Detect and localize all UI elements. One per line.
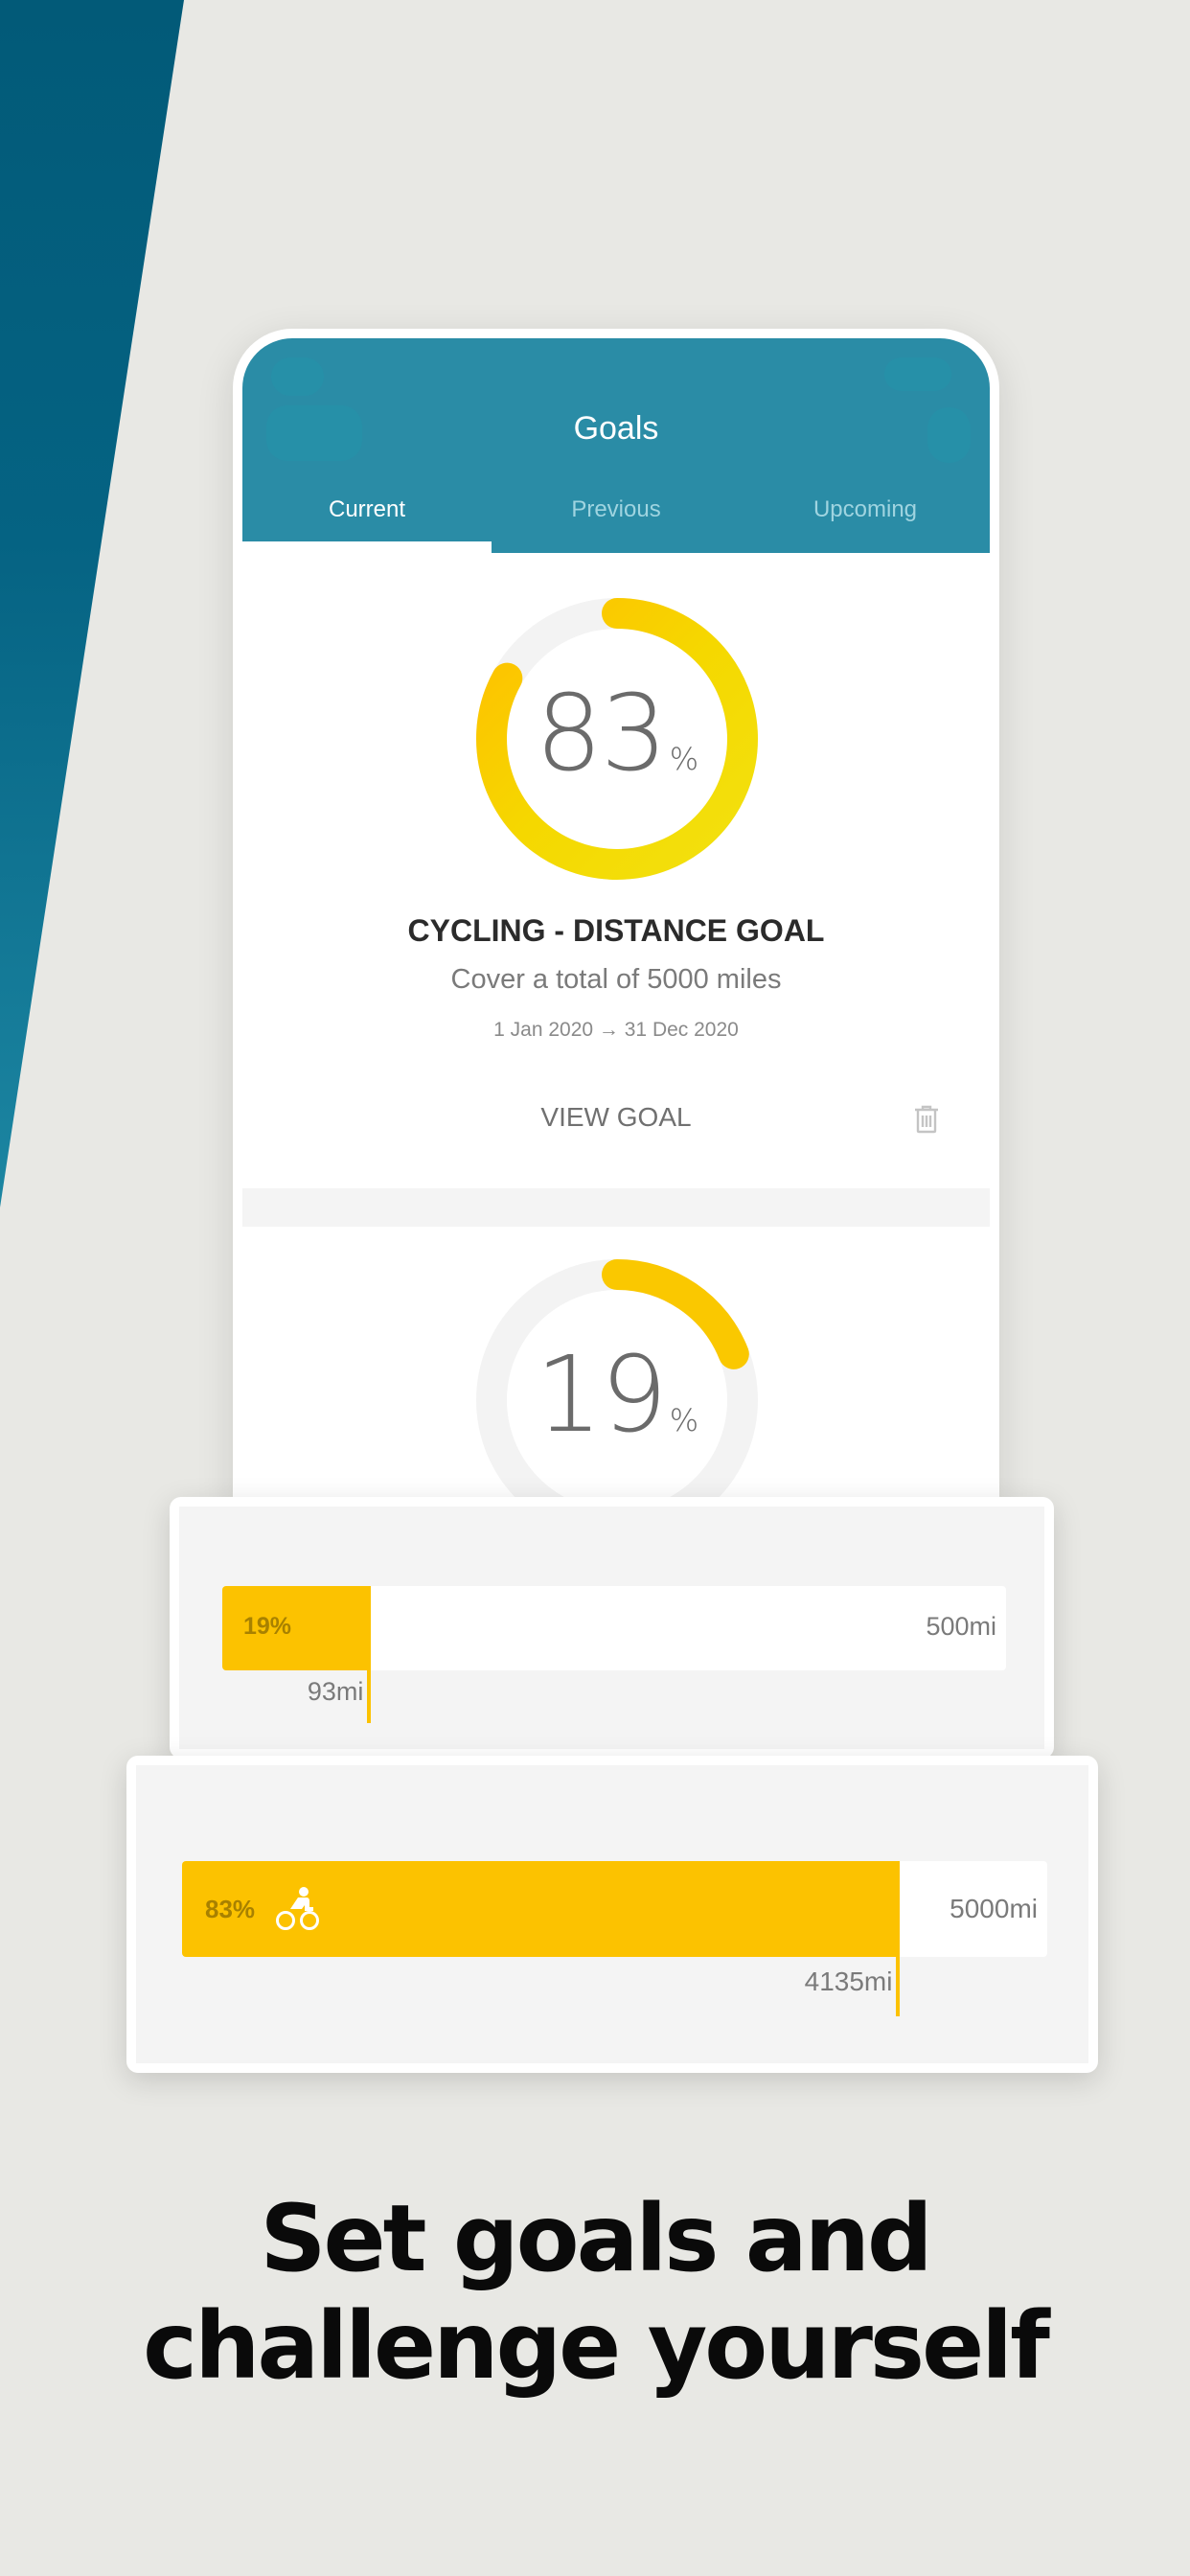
- tab-bar: Current Previous Upcoming: [242, 487, 990, 553]
- progress-percent-label: 19%: [243, 1613, 292, 1640]
- goal-date-range: 1 Jan 2020 → 31 Dec 2020: [493, 1019, 739, 1041]
- goal-distance-label: 500mi: [926, 1612, 996, 1641]
- progress-bar-track: 83% 5000mi 4135mi: [182, 1861, 1047, 2016]
- goal-distance-label: 5000mi: [950, 1894, 1038, 1923]
- app-header: Goals Current Previous Upcoming: [242, 338, 990, 553]
- progress-marker: [896, 1957, 901, 2016]
- percent-sign: %: [669, 1402, 699, 1438]
- percent-sign: %: [669, 741, 699, 777]
- goal-title: CYCLING - DISTANCE GOAL: [407, 913, 825, 948]
- progress-bar-card: 19% 500mi 93mi: [170, 1497, 1054, 1759]
- section-divider: [242, 1188, 990, 1227]
- page-title: Goals: [573, 410, 659, 447]
- tab-previous[interactable]: Previous: [492, 487, 741, 553]
- trash-icon[interactable]: [913, 1105, 940, 1134]
- progress-bar-card: 83% 5000mi 4135mi: [126, 1756, 1098, 2073]
- headline-line-1: Set goals and: [260, 2185, 932, 2292]
- bicycle-icon: [276, 1887, 319, 1930]
- tab-current[interactable]: Current: [242, 487, 492, 553]
- tab-upcoming[interactable]: Upcoming: [741, 487, 990, 553]
- progress-bar-track: 19% 500mi 93mi: [222, 1586, 1006, 1723]
- promo-headline: Set goals and challenge yourself: [0, 2185, 1190, 2400]
- blurred-status-icon: [271, 357, 324, 396]
- headline-line-2: challenge yourself: [143, 2292, 1050, 2400]
- progress-percent: 83%: [475, 672, 759, 794]
- current-distance-label: 93mi: [307, 1677, 364, 1706]
- goal-description: Cover a total of 5000 miles: [450, 964, 782, 995]
- view-goal-button[interactable]: VIEW GOAL: [242, 1102, 990, 1133]
- progress-percent-label: 83%: [205, 1895, 256, 1923]
- percent-value: 19: [535, 1333, 668, 1456]
- blurred-status-icon: [884, 357, 951, 391]
- phone-mockup: Goals Current Previous Upcoming 83 % CYC…: [233, 329, 999, 1517]
- current-distance-label: 4135mi: [804, 1966, 893, 1996]
- progress-percent: 19%: [475, 1333, 759, 1456]
- progress-marker: [367, 1670, 372, 1723]
- app-screen: Goals Current Previous Upcoming 83 % CYC…: [242, 338, 990, 1517]
- percent-value: 83: [535, 672, 668, 794]
- card-body: 19% 500mi 93mi: [179, 1506, 1044, 1749]
- progress-ring: 83%: [475, 597, 759, 881]
- progress-ring: 19%: [475, 1258, 759, 1517]
- card-body: 83% 5000mi 4135mi: [136, 1765, 1088, 2063]
